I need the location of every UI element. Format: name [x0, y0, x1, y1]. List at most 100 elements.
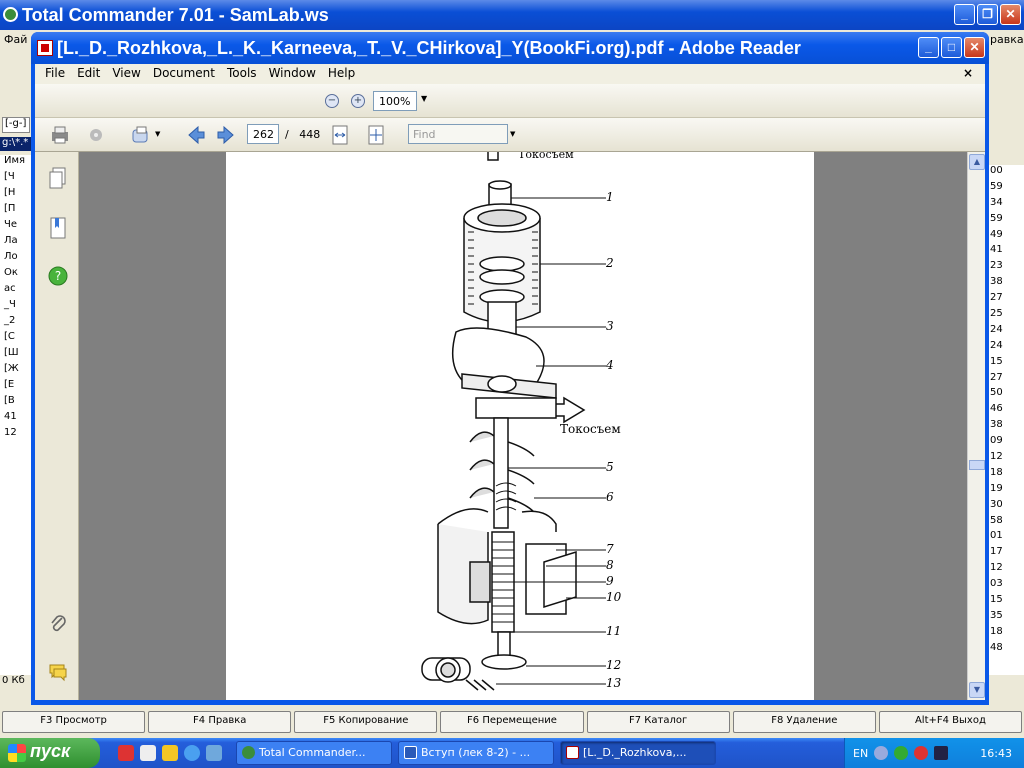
function-key-button[interactable]: F3 Просмотр [2, 711, 146, 733]
tc-menu-file[interactable]: Фай [4, 33, 27, 46]
tc-left-file-item[interactable]: [Ш [0, 347, 33, 363]
tc-left-file-list[interactable]: Имя [Ч [Н [П Че Ла Ло Ок ас _Ч _2 [С [Ш [Ж [Е [В 41 12 [0, 155, 34, 675]
tc-right-file-item[interactable]: 18 [988, 467, 1024, 483]
monitor-icon[interactable] [934, 746, 949, 760]
find-dropdown-icon[interactable]: ▼ [510, 130, 515, 138]
menu-item-document[interactable]: Document [147, 64, 221, 84]
tc-right-file-item[interactable]: 59 [988, 213, 1024, 229]
tc-left-file-item[interactable]: _Ч [0, 299, 33, 315]
tc-drive-select[interactable]: [-g-] [2, 117, 30, 133]
document-view[interactable]: Токосъем Токосъем 1 2 3 4 5 6 7 8 9 10 1… [79, 152, 967, 700]
tc-right-file-item[interactable]: 23 [988, 260, 1024, 276]
menu-item-window[interactable]: Window [263, 64, 322, 84]
function-key-button[interactable]: F4 Правка [148, 711, 292, 733]
tc-left-file-item[interactable]: Ло [0, 251, 33, 267]
tc-right-file-item[interactable]: 17 [988, 546, 1024, 562]
internet-explorer-icon[interactable] [184, 745, 200, 761]
opera-tray-icon[interactable] [914, 746, 929, 760]
hand-tool-icon[interactable] [129, 124, 151, 146]
task-word-document[interactable]: Вступ (лек 8-2) - ... [398, 741, 554, 765]
tc-left-file-item[interactable]: [Ж [0, 363, 33, 379]
tc-restore-button[interactable]: ❐ [977, 4, 998, 25]
function-key-button[interactable]: F5 Копирование [294, 711, 438, 733]
tc-close-button[interactable]: ✕ [1000, 4, 1021, 25]
tc-left-file-item[interactable]: Ла [0, 235, 33, 251]
reader-minimize-button[interactable]: _ [918, 37, 939, 58]
tc-right-file-item[interactable]: 35 [988, 610, 1024, 626]
reader-maximize-button[interactable]: □ [941, 37, 962, 58]
tc-right-file-item[interactable]: 41 [988, 244, 1024, 260]
tc-right-file-item[interactable]: 19 [988, 483, 1024, 499]
tc-right-file-item[interactable]: 15 [988, 594, 1024, 610]
tc-right-file-item[interactable]: 12 [988, 451, 1024, 467]
tc-left-file-item[interactable]: 12 [0, 427, 33, 443]
vertical-scrollbar[interactable]: ▲ ▼ [967, 152, 985, 700]
tc-left-file-item[interactable]: Ок [0, 267, 33, 283]
previous-page-icon[interactable] [185, 124, 207, 146]
zoom-in-icon[interactable]: + [351, 94, 365, 108]
menu-item-view[interactable]: View [106, 64, 146, 84]
tc-right-file-item[interactable]: 25 [988, 308, 1024, 324]
tc-right-file-list[interactable]: 00 59 34 59 49 41 23 38 27 25 24 24 15 27 50 46 38 09 12 18… [988, 165, 1024, 675]
tc-title-bar[interactable]: Total Commander 7.01 - SamLab.ws _ ❐ ✕ [0, 0, 1024, 30]
menu-item-edit[interactable]: Edit [71, 64, 106, 84]
tc-left-file-item[interactable]: [Н [0, 187, 33, 203]
comments-icon[interactable] [47, 660, 69, 684]
find-input[interactable]: Find [408, 124, 508, 144]
print-icon[interactable] [49, 124, 71, 146]
window-icon[interactable] [206, 745, 222, 761]
scroll-up-icon[interactable]: ▲ [969, 154, 985, 170]
tc-left-file-item[interactable]: [В [0, 395, 33, 411]
tc-right-file-item[interactable]: 38 [988, 419, 1024, 435]
function-key-button[interactable]: F6 Перемещение [440, 711, 584, 733]
menu-item-tools[interactable]: Tools [221, 64, 263, 84]
tc-right-file-item[interactable]: 38 [988, 276, 1024, 292]
zoom-dropdown-icon[interactable]: ▼ [421, 94, 427, 103]
pages-panel-icon[interactable] [47, 166, 69, 190]
tc-right-file-item[interactable]: 12 [988, 562, 1024, 578]
document-icon[interactable] [140, 745, 156, 761]
reader-close-button[interactable]: ✕ [964, 37, 985, 58]
language-indicator[interactable]: EN [853, 747, 868, 760]
tc-right-file-item[interactable]: 24 [988, 340, 1024, 356]
tc-right-file-item[interactable]: 15 [988, 356, 1024, 372]
tc-right-file-item[interactable]: 27 [988, 292, 1024, 308]
help-icon[interactable]: ? [47, 264, 69, 288]
tc-right-file-item[interactable]: 30 [988, 499, 1024, 515]
reader-title-bar[interactable]: [L._D._Rozhkova,_L._K._Karneeva,_T._V._C… [31, 32, 989, 64]
tc-right-file-item[interactable]: 34 [988, 197, 1024, 213]
tc-right-file-item[interactable]: 09 [988, 435, 1024, 451]
page-number-input[interactable]: 262 [247, 124, 279, 144]
opera-icon[interactable] [118, 745, 134, 761]
scroll-down-icon[interactable]: ▼ [969, 682, 985, 698]
menu-item-help[interactable]: Help [322, 64, 361, 84]
tool-icon[interactable] [162, 745, 178, 761]
tc-path[interactable]: g:\*.* [0, 137, 32, 151]
function-key-button[interactable]: F7 Каталог [586, 711, 730, 733]
bookmarks-panel-icon[interactable] [47, 216, 69, 240]
tc-left-file-item[interactable]: ас [0, 283, 33, 299]
fit-width-icon[interactable] [329, 124, 351, 146]
scroll-thumb[interactable] [969, 460, 985, 470]
zoom-level-select[interactable]: 100% [373, 91, 417, 111]
tc-right-file-item[interactable]: 49 [988, 229, 1024, 245]
tc-right-file-item[interactable]: 58 [988, 515, 1024, 531]
close-document-icon[interactable]: × [957, 64, 979, 84]
tool-dropdown-icon[interactable]: ▼ [155, 130, 160, 138]
tc-right-file-item[interactable]: 48 [988, 642, 1024, 658]
function-key-button[interactable]: F8 Удаление [732, 711, 876, 733]
tc-right-file-item[interactable]: 00 [988, 165, 1024, 181]
function-key-button[interactable]: Alt+F4 Выход [878, 711, 1022, 733]
tc-left-file-item[interactable]: 41 [0, 411, 33, 427]
next-page-icon[interactable] [215, 124, 237, 146]
tc-left-file-item[interactable]: [Ч [0, 171, 33, 187]
attachments-icon[interactable] [47, 612, 69, 636]
tc-right-file-item[interactable]: 01 [988, 530, 1024, 546]
tc-left-file-item[interactable]: Имя [0, 155, 33, 171]
tc-left-file-item[interactable]: [Е [0, 379, 33, 395]
start-button[interactable]: пуск [0, 738, 100, 768]
network-icon[interactable] [874, 746, 889, 760]
antivirus-icon[interactable] [894, 746, 909, 760]
fit-page-icon[interactable] [365, 124, 387, 146]
tc-right-file-item[interactable]: 59 [988, 181, 1024, 197]
